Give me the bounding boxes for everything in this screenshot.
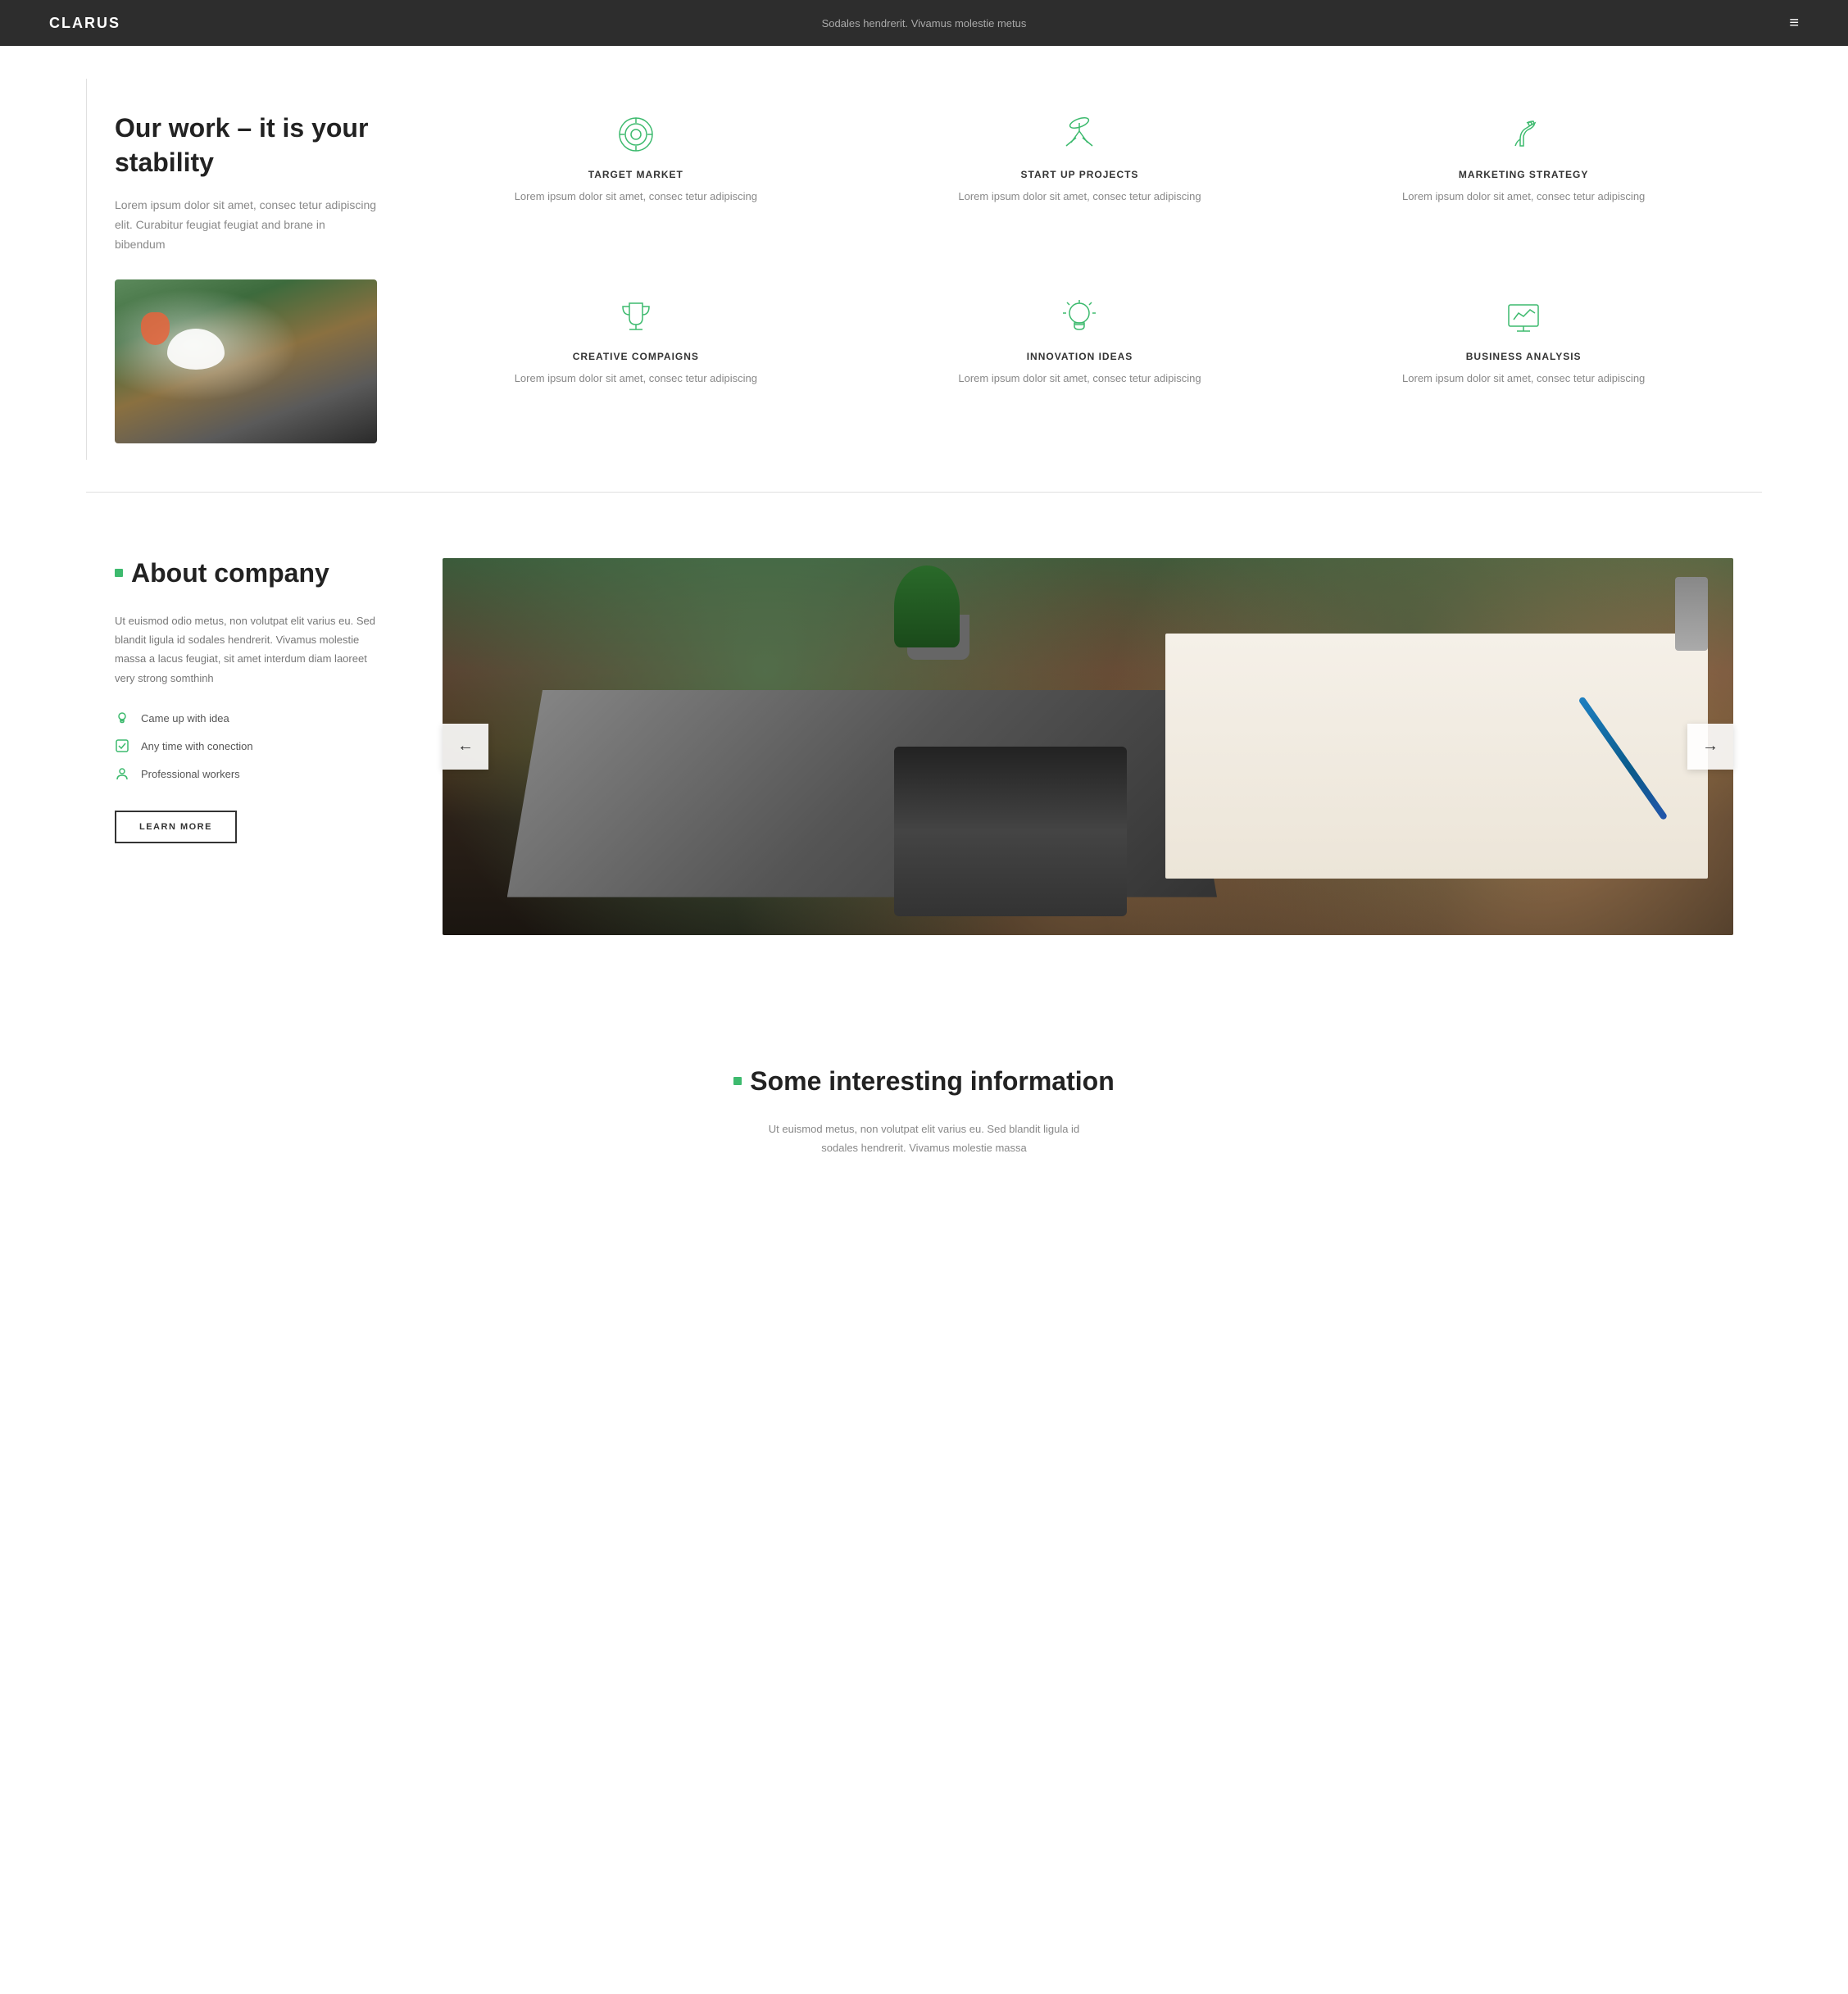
feature-innovation-ideas: INNOVATION IDEAS Lorem ipsum dolor sit a… [870, 293, 1290, 443]
marketing-strategy-icon [1501, 111, 1546, 157]
feature-business-analysis: BUSINESS ANALYSIS Lorem ipsum dolor sit … [1314, 293, 1733, 443]
list-item-idea-text: Came up with idea [141, 712, 229, 724]
phone-shape [894, 747, 1127, 916]
lightbulb-icon [115, 711, 129, 725]
section-info-title-group: Some interesting information [115, 1066, 1733, 1097]
person-svg [116, 767, 129, 780]
feature-creative-campaigns: CREATIVE COMPAIGNS Lorem ipsum dolor sit… [426, 293, 846, 443]
innovation-ideas-icon [1056, 293, 1102, 339]
lightbulb-svg [116, 711, 129, 724]
bottom-border-line [86, 492, 1762, 493]
startup-projects-icon [1056, 111, 1102, 157]
navbar: CLARUS Sodales hendrerit. Vivamus molest… [0, 0, 1848, 46]
section-about: About company Ut euismod odio metus, non… [0, 493, 1848, 1001]
section-work-left: Our work – it is your stability Lorem ip… [115, 111, 377, 443]
image-nav-next-button[interactable]: → [1687, 724, 1733, 770]
list-item-workers: Professional workers [115, 766, 377, 781]
navbar-brand: CLARUS [49, 15, 120, 32]
notebook-shape [1165, 634, 1708, 879]
right-arrow-icon: → [1702, 737, 1719, 756]
section-about-heading: About company [131, 558, 329, 588]
feature-marketing-title: MARKETING STRATEGY [1314, 169, 1733, 180]
feature-target-market-desc: Lorem ipsum dolor sit amet, consec tetur… [426, 188, 846, 206]
learn-more-button[interactable]: LEARN MORE [115, 811, 237, 843]
chart-icon-svg [1504, 297, 1543, 336]
feature-creative-title: CREATIVE COMPAIGNS [426, 351, 846, 362]
feature-business-title: BUSINESS ANALYSIS [1314, 351, 1733, 362]
pencils-shape [1675, 577, 1708, 651]
feature-business-desc: Lorem ipsum dolor sit amet, consec tetur… [1314, 370, 1733, 388]
telescope-icon-svg [1060, 115, 1099, 154]
feature-marketing-strategy: MARKETING STRATEGY Lorem ipsum dolor sit… [1314, 111, 1733, 261]
list-item-workers-text: Professional workers [141, 768, 240, 780]
list-item-idea: Came up with idea [115, 711, 377, 725]
feature-list: Came up with idea Any time with conectio… [115, 711, 377, 781]
business-analysis-icon [1501, 293, 1546, 339]
navbar-tagline: Sodales hendrerit. Vivamus molestie metu… [822, 17, 1027, 30]
checkbox-icon [115, 738, 129, 753]
feature-startup-desc: Lorem ipsum dolor sit amet, consec tetur… [870, 188, 1290, 206]
person-icon [115, 766, 129, 781]
plant-shape [894, 565, 960, 647]
section-work-wrapper: Our work – it is your stability Lorem ip… [0, 46, 1848, 493]
section-about-description: Ut euismod odio metus, non volutpat elit… [115, 611, 377, 688]
section-about-image-container: ← → [443, 558, 1733, 935]
image-nav-prev-button[interactable]: ← [443, 724, 488, 770]
work-image-inner [115, 279, 377, 443]
section-work: Our work – it is your stability Lorem ip… [0, 46, 1848, 493]
work-description: Lorem ipsum dolor sit amet, consec tetur… [115, 196, 377, 254]
section-info-dot [733, 1077, 742, 1085]
list-item-connection: Any time with conection [115, 738, 377, 753]
feature-target-market-title: TARGET MARKET [426, 169, 846, 180]
horse-icon-svg [1504, 115, 1543, 154]
section-about-title-group: About company [115, 558, 377, 588]
feature-marketing-desc: Lorem ipsum dolor sit amet, consec tetur… [1314, 188, 1733, 206]
target-icon-svg [616, 115, 656, 154]
feature-target-market: TARGET MARKET Lorem ipsum dolor sit amet… [426, 111, 846, 261]
creative-campaigns-icon [613, 293, 659, 339]
feature-innovation-desc: Lorem ipsum dolor sit amet, consec tetur… [870, 370, 1290, 388]
bulb-icon-svg [1060, 297, 1099, 336]
left-arrow-icon: ← [457, 737, 474, 756]
section-title-dot [115, 569, 123, 577]
hamburger-icon[interactable]: ≡ [1789, 14, 1799, 33]
work-image [115, 279, 377, 443]
about-image [443, 558, 1733, 935]
feature-creative-desc: Lorem ipsum dolor sit amet, consec tetur… [426, 370, 846, 388]
list-item-connection-text: Any time with conection [141, 740, 253, 752]
feature-startup-title: START UP PROJECTS [870, 169, 1290, 180]
section-info-description: Ut euismod metus, non volutpat elit vari… [761, 1120, 1088, 1158]
section-about-left: About company Ut euismod odio metus, non… [115, 558, 377, 844]
apple-decor [141, 312, 170, 345]
section-info-heading: Some interesting information [750, 1066, 1114, 1097]
trophy-icon-svg [616, 297, 656, 336]
section-info: Some interesting information Ut euismod … [0, 1001, 1848, 1207]
section-work-right: TARGET MARKET Lorem ipsum dolor sit amet… [426, 111, 1733, 443]
feature-innovation-title: INNOVATION IDEAS [870, 351, 1290, 362]
left-border-line [86, 79, 87, 460]
feature-startup-projects: START UP PROJECTS Lorem ipsum dolor sit … [870, 111, 1290, 261]
target-market-icon [613, 111, 659, 157]
checkbox-svg [116, 739, 129, 752]
work-heading: Our work – it is your stability [115, 111, 377, 179]
